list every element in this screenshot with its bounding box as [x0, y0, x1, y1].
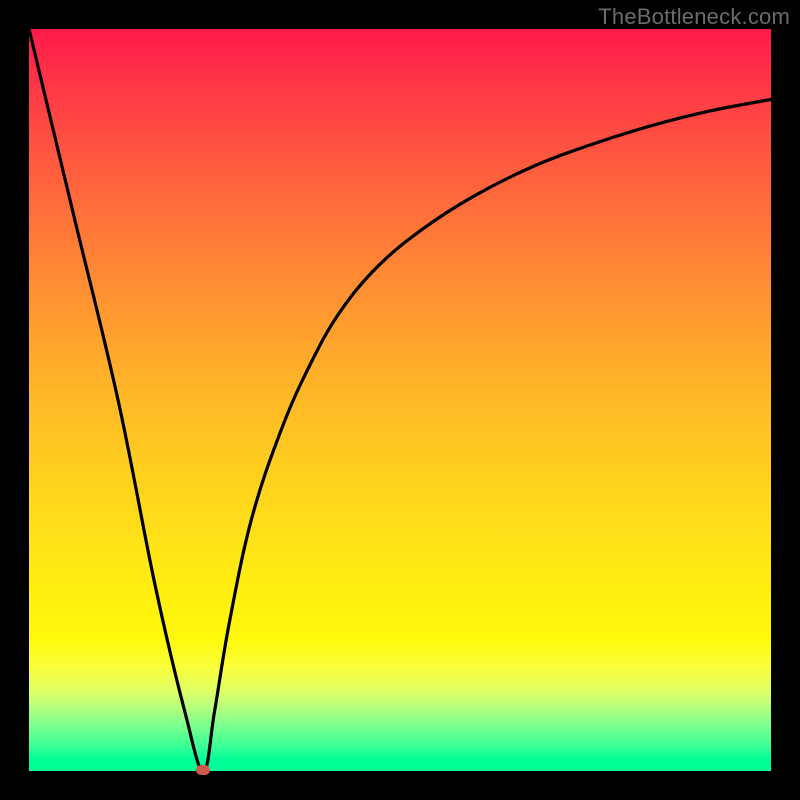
background-gradient — [29, 29, 771, 771]
watermark-text: TheBottleneck.com — [598, 4, 790, 30]
minimum-marker — [196, 765, 210, 775]
chart-frame: TheBottleneck.com — [0, 0, 800, 800]
plot-area — [29, 29, 771, 771]
